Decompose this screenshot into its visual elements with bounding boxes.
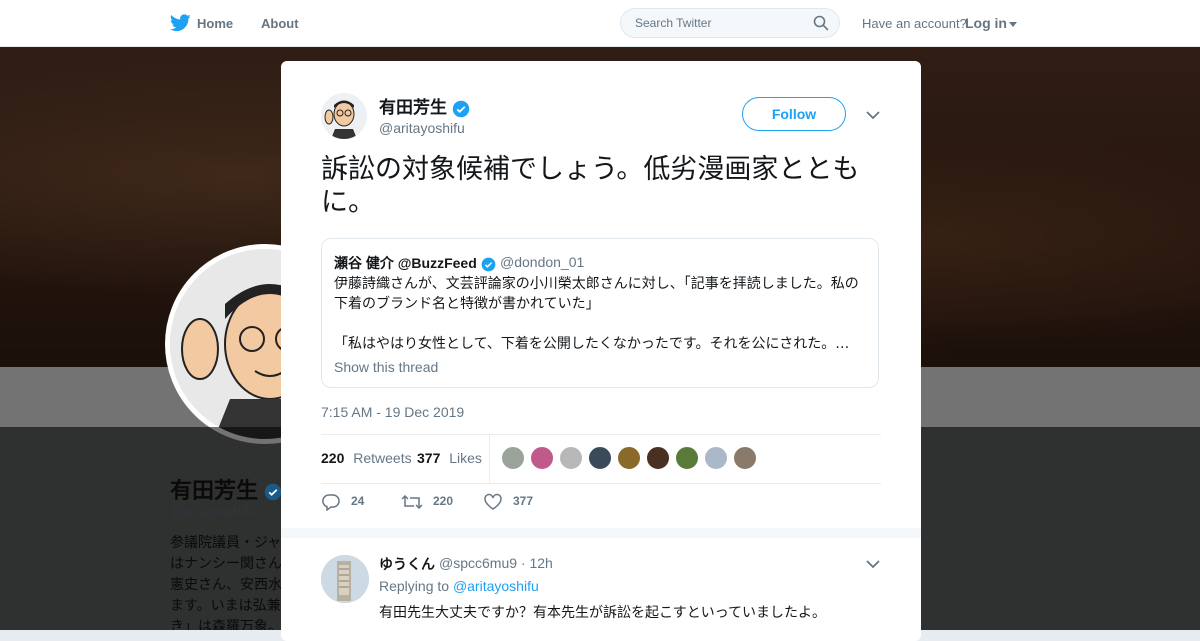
login-label: Log in bbox=[965, 15, 1007, 31]
like-count: 377 bbox=[513, 494, 534, 509]
liker-avatar[interactable] bbox=[704, 446, 728, 470]
top-navigation: Home About Have an account? Log in bbox=[0, 0, 1200, 47]
liker-avatar[interactable] bbox=[588, 446, 612, 470]
tweet-stats: 220 Retweets 377 Likes bbox=[321, 434, 881, 484]
reply-action[interactable]: 24 bbox=[321, 493, 365, 512]
nav-about-link[interactable]: About bbox=[261, 16, 299, 31]
heart-icon bbox=[484, 493, 502, 510]
tweet-modal: 有田芳生 @aritayoshifu Follow 訴訟の対象候補でしょう。低劣… bbox=[281, 61, 921, 641]
liker-avatar[interactable] bbox=[733, 446, 757, 470]
quoted-tweet-text: 伊藤詩織さんが、文芸評論家の小川榮太郎さんに対し、「記事を拝読しました。私の下着… bbox=[334, 276, 859, 312]
profile-bio: 参議院議員・ジャ はナンシー関さん 憲史さん、安西水 ます。いまは弘兼 き」は森… bbox=[170, 534, 282, 630]
search-input[interactable] bbox=[633, 15, 807, 31]
retweet-count: 220 bbox=[433, 494, 454, 509]
likes-count: 377 bbox=[417, 450, 441, 466]
like-action[interactable]: 377 bbox=[483, 493, 533, 511]
follow-button[interactable]: Follow bbox=[742, 97, 846, 131]
replying-to-mention[interactable]: @aritayoshifu bbox=[453, 578, 539, 594]
retweet-action[interactable]: 220 bbox=[401, 493, 453, 511]
retweets-count: 220 bbox=[321, 450, 345, 466]
tweet-actions: 24 220 377 bbox=[321, 493, 881, 515]
liker-avatar[interactable] bbox=[530, 446, 554, 470]
author-name-text: 有田芳生 bbox=[379, 98, 447, 117]
reply-tweet[interactable]: ゆうくん @spcc6mu9 · 12h Replying to @aritay… bbox=[281, 538, 921, 641]
author-avatar-image bbox=[321, 93, 367, 139]
retweets-stat[interactable]: 220 Retweets bbox=[321, 450, 412, 468]
profile-name: 有田芳生 bbox=[170, 473, 282, 505]
retweets-label: Retweets bbox=[353, 450, 412, 466]
liker-avatar[interactable] bbox=[675, 446, 699, 470]
quoted-author-name-text: 瀬谷 健介 @BuzzFeed bbox=[334, 255, 477, 271]
reply-author-name[interactable]: ゆうくん bbox=[379, 554, 435, 574]
nav-home-link[interactable]: Home bbox=[197, 16, 233, 31]
liker-avatar[interactable] bbox=[559, 446, 583, 470]
reply-count: 24 bbox=[351, 494, 365, 509]
reply-text: 有田先生大丈夫ですか？有本先生が訴訟を起こすといっていましたよ。 bbox=[379, 605, 827, 621]
reply-icon bbox=[322, 494, 340, 512]
login-dropdown[interactable]: Log in bbox=[965, 15, 1017, 31]
search-box[interactable] bbox=[620, 8, 840, 38]
search-icon[interactable] bbox=[813, 15, 829, 31]
verified-badge-icon bbox=[481, 257, 496, 272]
profile-name-text: 有田芳生 bbox=[170, 478, 259, 503]
have-account-text: Have an account? bbox=[862, 16, 967, 31]
liker-avatar[interactable] bbox=[646, 446, 670, 470]
chevron-down-icon[interactable] bbox=[866, 110, 880, 120]
stats-divider bbox=[489, 435, 490, 483]
verified-badge-icon bbox=[452, 100, 469, 117]
quoted-author-handle: @dondon_01 bbox=[500, 254, 585, 270]
verified-badge-icon bbox=[264, 483, 282, 501]
quoted-tweet[interactable]: 瀬谷 健介 @BuzzFeed @dondon_01 伊藤詩織さんが、文芸評論家… bbox=[321, 238, 879, 388]
retweet-icon bbox=[401, 494, 423, 510]
show-thread-link[interactable]: Show this thread bbox=[334, 359, 438, 375]
reply-avatar-image bbox=[321, 555, 369, 603]
close-icon[interactable] bbox=[1155, 14, 1177, 36]
author-handle[interactable]: @aritayoshifu bbox=[379, 120, 465, 136]
liker-avatar[interactable] bbox=[617, 446, 641, 470]
likes-stat[interactable]: 377 Likes bbox=[417, 450, 482, 468]
quoted-tweet-text-2: 「私はやはり女性として、下着を公開したくなかったです。それを公にされた。… bbox=[334, 336, 850, 352]
replying-to: Replying to @aritayoshifu bbox=[379, 578, 539, 594]
profile-handle: @aritayoshifu bbox=[170, 503, 256, 519]
tweet-timestamp[interactable]: 7:15 AM - 19 Dec 2019 bbox=[321, 404, 464, 420]
tweet-text: 訴訟の対象候補でしょう。低劣漫画家とともに。 bbox=[321, 154, 860, 218]
quoted-author-name: 瀬谷 健介 @BuzzFeed bbox=[334, 253, 496, 273]
author-name[interactable]: 有田芳生 bbox=[379, 93, 470, 118]
replying-to-prefix: Replying to bbox=[379, 578, 450, 594]
twitter-bird-icon[interactable] bbox=[170, 14, 191, 32]
author-avatar[interactable] bbox=[321, 93, 367, 139]
caret-down-icon bbox=[1009, 21, 1017, 27]
chevron-down-icon[interactable] bbox=[866, 559, 880, 569]
likes-label: Likes bbox=[449, 450, 482, 466]
liker-avatar[interactable] bbox=[501, 446, 525, 470]
reply-author-avatar[interactable] bbox=[321, 555, 369, 603]
reply-author-handle[interactable]: @spcc6mu9 · 12h bbox=[439, 555, 553, 571]
replies-separator bbox=[281, 528, 921, 538]
